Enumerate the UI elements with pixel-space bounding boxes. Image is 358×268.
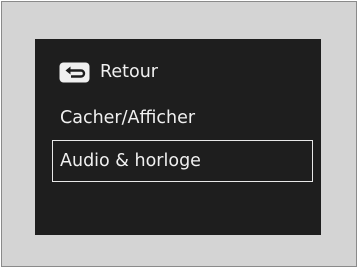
menu-item-label: Cacher/Afficher xyxy=(60,108,196,128)
back-label: Retour xyxy=(100,62,158,82)
menu-item-label: Audio & horloge xyxy=(60,151,201,171)
display-screen: Retour Cacher/Afficher Audio & horloge xyxy=(35,39,321,235)
back-arrow-icon xyxy=(59,62,90,83)
menu-item-audio-horloge[interactable]: Audio & horloge xyxy=(52,140,313,182)
figure-frame: Retour Cacher/Afficher Audio & horloge xyxy=(1,1,357,267)
back-menu-item[interactable]: Retour xyxy=(59,61,158,83)
menu-item-cacher-afficher[interactable]: Cacher/Afficher xyxy=(60,107,195,129)
